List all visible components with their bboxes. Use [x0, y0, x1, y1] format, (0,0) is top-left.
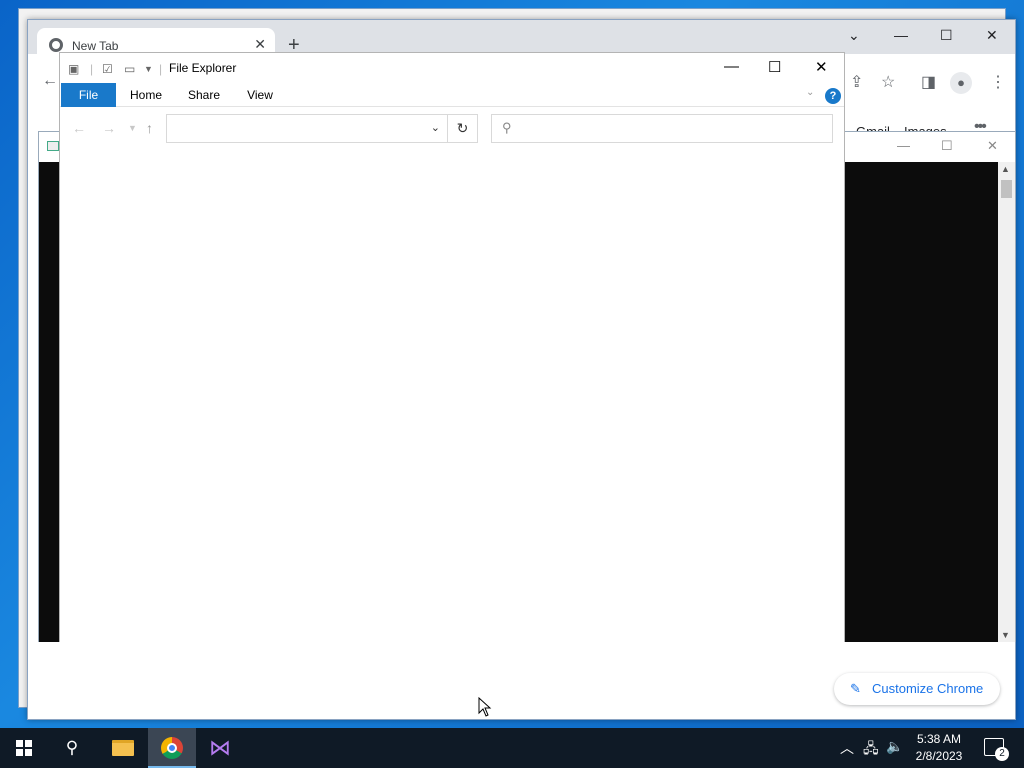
- refresh-icon[interactable]: ↻: [448, 114, 478, 143]
- side-panel-icon[interactable]: ◨: [921, 72, 936, 92]
- navigation-bar: ← → ▼ ↑ ⌄ ↻ ⚲: [60, 108, 844, 148]
- chrome-menu-icon[interactable]: ⋮: [990, 72, 1006, 92]
- chrome-taskbar-button[interactable]: [148, 728, 196, 768]
- visual-studio-taskbar-button[interactable]: ⋈: [196, 728, 244, 768]
- properties-icon[interactable]: ☑: [102, 62, 113, 76]
- start-button[interactable]: [0, 728, 48, 768]
- up-arrow-icon[interactable]: ↑: [146, 120, 153, 136]
- scroll-down-arrow-icon[interactable]: ▼: [1001, 630, 1010, 640]
- chrome-favicon-icon: [49, 38, 63, 52]
- expand-ribbon-chevron-icon[interactable]: ⌄: [806, 87, 814, 98]
- ribbon-tabs: File Home Share View: [60, 83, 844, 107]
- windows-logo-icon: [16, 740, 32, 756]
- chrome-logo-icon: [161, 737, 183, 759]
- show-hidden-icons-chevron-icon[interactable]: ︿: [840, 738, 854, 758]
- tab-share[interactable]: Share: [184, 83, 224, 107]
- customize-chrome-button[interactable]: ✎ Customize Chrome: [834, 673, 1000, 705]
- app-window-icon: [47, 141, 59, 151]
- tab-search-chevron-icon[interactable]: ⌄: [848, 27, 860, 44]
- address-dropdown-chevron-icon[interactable]: ⌄: [431, 121, 440, 134]
- explorer-maximize-button[interactable]: ☐: [768, 58, 781, 76]
- chrome-minimize-button[interactable]: —: [894, 27, 908, 43]
- scroll-up-arrow-icon[interactable]: ▲: [1001, 164, 1010, 174]
- chrome-close-button[interactable]: ✕: [986, 27, 998, 44]
- file-explorer-window: ▣ | ☑ ▭ ▼ | File Explorer — ☐ ✕ File Hom…: [59, 52, 845, 642]
- address-bar[interactable]: ⌄: [166, 114, 448, 143]
- clock-time: 5:38 AM: [916, 732, 962, 746]
- customize-quick-access-icon[interactable]: ▼: [144, 64, 153, 74]
- help-icon[interactable]: ?: [825, 88, 841, 104]
- quick-access-separator: |: [90, 62, 94, 76]
- explorer-minimize-button[interactable]: —: [724, 58, 739, 75]
- chrome-tab-title: New Tab: [72, 39, 119, 53]
- profile-avatar-icon[interactable]: ●: [950, 72, 972, 94]
- clock-date: 2/8/2023: [915, 749, 963, 763]
- search-button[interactable]: ⚲: [48, 728, 96, 768]
- tab-view[interactable]: View: [242, 83, 278, 107]
- visual-studio-icon: ⋈: [209, 735, 231, 760]
- customize-chrome-label: Customize Chrome: [872, 681, 984, 696]
- search-input[interactable]: ⚲: [491, 114, 833, 143]
- network-icon[interactable]: 🖧: [863, 738, 879, 762]
- taskbar: ⚲ ⋈ ︿ 🖧 🔈 5:38 AM 2/8/2023 2: [0, 728, 1024, 768]
- dark-window-minimize-button[interactable]: —: [897, 138, 910, 153]
- forward-arrow-icon[interactable]: →: [102, 120, 116, 136]
- tab-home[interactable]: Home: [126, 83, 166, 107]
- bookmark-star-icon[interactable]: ☆: [881, 72, 895, 92]
- search-icon: ⚲: [502, 120, 512, 135]
- title-separator: |: [159, 62, 163, 76]
- explorer-app-icon: ▣: [68, 62, 80, 76]
- notification-count-badge: 2: [995, 747, 1009, 761]
- explorer-close-button[interactable]: ✕: [815, 58, 828, 76]
- new-folder-icon[interactable]: ▭: [124, 62, 135, 76]
- vertical-scrollbar[interactable]: ▲ ▼: [998, 162, 1015, 642]
- close-tab-icon[interactable]: ✕: [254, 36, 266, 53]
- explorer-title: File Explorer: [169, 61, 237, 75]
- search-icon: ⚲: [65, 738, 79, 757]
- folder-icon: [112, 740, 134, 756]
- notification-center-icon[interactable]: 2: [984, 738, 1009, 761]
- volume-icon[interactable]: 🔈: [886, 738, 903, 755]
- scrollbar-thumb[interactable]: [1001, 180, 1012, 198]
- explorer-titlebar: ▣ | ☑ ▭ ▼ | File Explorer — ☐ ✕: [60, 53, 844, 83]
- explorer-content-area[interactable]: [60, 148, 844, 642]
- back-arrow-icon[interactable]: ←: [72, 120, 86, 136]
- mouse-cursor-icon: [478, 697, 492, 717]
- chrome-maximize-button[interactable]: ☐: [940, 27, 953, 44]
- file-explorer-taskbar-button[interactable]: [98, 728, 146, 768]
- tab-file[interactable]: File: [61, 83, 116, 107]
- pencil-icon: ✎: [850, 681, 861, 696]
- recent-locations-chevron-icon[interactable]: ▼: [128, 123, 137, 133]
- system-clock[interactable]: 5:38 AM 2/8/2023: [904, 731, 974, 765]
- dark-window-maximize-button[interactable]: ☐: [941, 138, 953, 154]
- share-icon[interactable]: ⇪: [850, 72, 863, 92]
- back-arrow-icon[interactable]: ←: [42, 72, 58, 90]
- dark-window-close-button[interactable]: ✕: [987, 138, 998, 154]
